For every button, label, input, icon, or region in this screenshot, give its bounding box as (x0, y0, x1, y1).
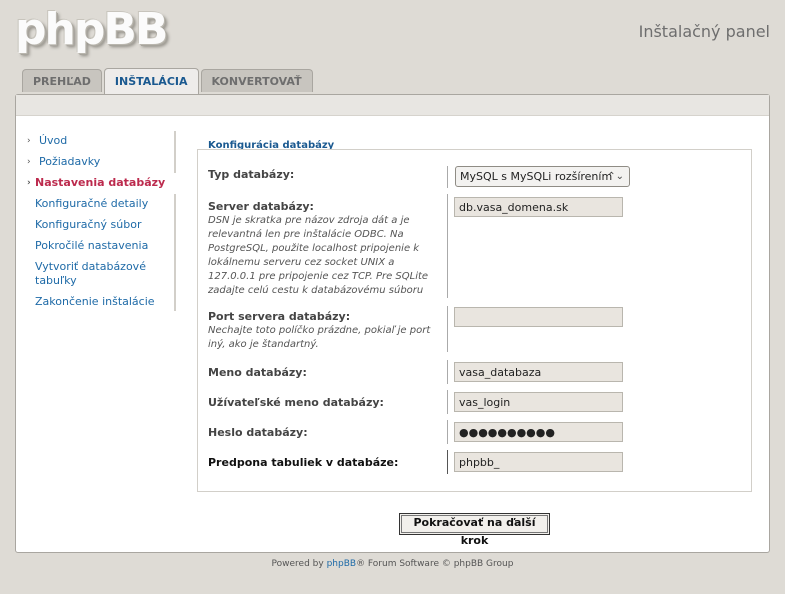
sidebar: › Úvod › Požiadavky › Nastavenia databáz… (27, 131, 176, 311)
main-panel: › Úvod › Požiadavky › Nastavenia databáz… (15, 94, 770, 553)
panel-top-bar (16, 95, 769, 116)
server-label: Server databázy: (208, 200, 314, 213)
sidebar-item-label: Konfiguračné detaily (35, 197, 149, 210)
tab-prehlad[interactable]: PREHĽAD (22, 69, 102, 92)
db-type-value: MySQL s MySQLi rozšírením (460, 170, 613, 183)
db-name-label: Meno databázy: (208, 366, 307, 379)
footer: Powered by phpBB® Forum Software © phpBB… (0, 559, 785, 569)
db-user-label: Užívateľské meno databázy: (208, 396, 384, 409)
sidebar-item-label: Pokročilé nastavenia (35, 239, 149, 252)
sidebar-item-label: Úvod (39, 134, 68, 147)
db-type-select[interactable]: MySQL s MySQLi rozšírením ⌃⌄ (455, 166, 630, 187)
sidebar-item-label: Zakončenie inštalácie (35, 295, 155, 308)
port-label: Port servera databázy: (208, 310, 351, 323)
row-db-name: Meno databázy: (198, 360, 751, 386)
footer-powered: Powered by (271, 559, 324, 569)
sidebar-item-vytvorit-tabulky[interactable]: Vytvoriť databázové tabuľky (27, 257, 159, 292)
row-server: Server databázy: DSN je skratka pre názo… (198, 194, 751, 302)
row-db-type: Typ databázy: MySQL s MySQLi rozšírením … (198, 160, 751, 188)
port-input[interactable] (454, 307, 623, 327)
sidebar-item-label: Požiadavky (39, 155, 101, 168)
sidebar-item-uvod[interactable]: › Úvod (27, 131, 174, 152)
sidebar-item-label: Konfiguračný súbor (35, 218, 142, 231)
server-description: DSN je skratka pre názov zdroja dát a je… (208, 215, 429, 296)
panel-title: Inštalačný panel (638, 22, 770, 41)
sidebar-item-poziadavky[interactable]: › Požiadavky (27, 152, 174, 173)
tab-instalacia[interactable]: INŠTALÁCIA (103, 68, 199, 94)
divider (447, 360, 448, 384)
sidebar-item-nastavenia-databazy[interactable]: › Nastavenia databázy (27, 173, 176, 194)
row-db-user: Užívateľské meno databázy: (198, 390, 751, 416)
tab-konvertovat[interactable]: KONVERTOVAŤ (200, 69, 313, 92)
divider (447, 306, 448, 352)
sidebar-item-label: Vytvoriť databázové tabuľky (35, 260, 146, 287)
divider (447, 390, 448, 414)
sidebar-item-label: Nastavenia databázy (35, 176, 166, 189)
updown-chevron-icon: ⌃⌄ (607, 171, 624, 182)
prefix-input[interactable] (454, 452, 623, 472)
db-pass-label: Heslo databázy: (208, 426, 308, 439)
row-port: Port servera databázy: Nechajte toto pol… (198, 306, 751, 354)
phpbb-logo: phpBB (15, 4, 168, 55)
row-prefix: Predpona tabuliek v databáze: (198, 450, 751, 476)
database-config-fieldset: Typ databázy: MySQL s MySQLi rozšírením … (197, 149, 752, 492)
continue-button[interactable]: Pokračovať na ďalší krok (399, 513, 550, 547)
divider (447, 450, 448, 474)
db-type-label: Typ databázy: (208, 168, 295, 181)
row-db-pass: Heslo databázy: (198, 420, 751, 446)
prefix-label: Predpona tabuliek v databáze: (208, 456, 399, 469)
sidebar-item-konfiguracne-detaily[interactable]: Konfiguračné detaily (27, 194, 174, 215)
db-user-input[interactable] (454, 392, 623, 412)
sidebar-item-zakoncenie[interactable]: Zakončenie inštalácie (27, 292, 174, 313)
divider (447, 194, 448, 298)
server-input[interactable] (454, 197, 623, 217)
sidebar-item-konfiguracny-subor[interactable]: Konfiguračný súbor (27, 215, 174, 236)
db-pass-input[interactable] (454, 422, 623, 442)
chevron-right-icon: › (27, 178, 31, 188)
footer-rest: ® Forum Software © phpBB Group (356, 559, 514, 569)
footer-phpbb-link[interactable]: phpBB (327, 559, 356, 569)
db-name-input[interactable] (454, 362, 623, 382)
divider (447, 166, 448, 188)
divider (447, 420, 448, 444)
chevron-right-icon: › (27, 157, 31, 167)
main-tabs: PREHĽAD INŠTALÁCIA KONVERTOVAŤ (22, 68, 315, 94)
port-description: Nechajte toto políčko prázdne, pokiaľ je… (208, 325, 431, 350)
chevron-right-icon: › (27, 136, 31, 146)
sidebar-item-pokrocile-nastavenia[interactable]: Pokročilé nastavenia (27, 236, 174, 257)
